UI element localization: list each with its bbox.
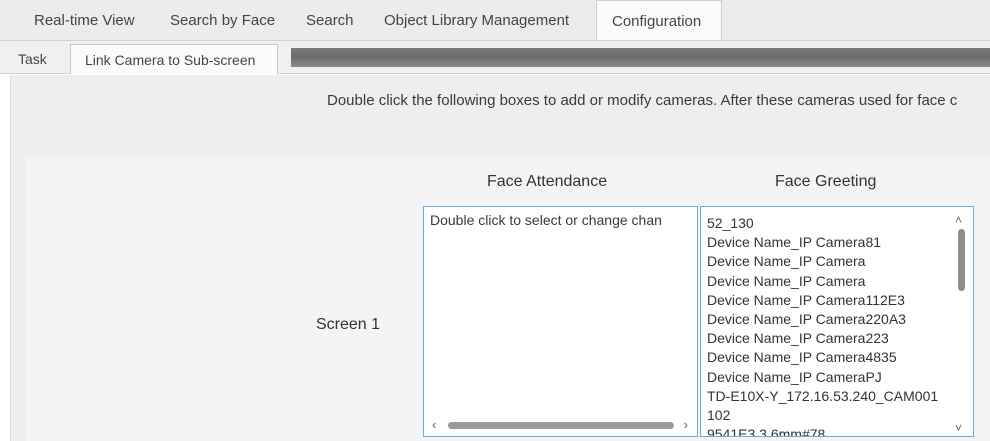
attendance-placeholder-text: Double click to select or change chan [430,212,662,228]
obscured-region [291,48,990,67]
camera-list-item[interactable]: Device Name_IP Camera112E3 [707,291,947,310]
main-tab-bar: Real-time View Search by Face Search Obj… [0,0,990,41]
scroll-up-icon[interactable]: ˄ [955,213,962,227]
tab-search-by-face[interactable]: Search by Face [170,0,275,40]
subtab-link-camera-to-sub-screen[interactable]: Link Camera to Sub-screen [70,44,278,74]
column-header-face-greeting: Face Greeting [775,173,877,190]
camera-list-item[interactable]: Device Name_IP Camera [707,272,947,291]
camera-list-item[interactable]: Device Name_IP Camera81 [707,233,947,252]
camera-list-item[interactable]: Device Name_IP Camera [707,252,947,271]
tab-real-time-view[interactable]: Real-time View [34,0,135,40]
greeting-camera-list: 52_130 Device Name_IP Camera81 Device Name… [707,214,947,436]
camera-list-item[interactable]: Device Name_IP Camera220A3 [707,310,947,329]
camera-list-item[interactable]: Device Name_IP CameraPJ [707,368,947,387]
camera-list-item[interactable]: 102 [707,406,947,425]
face-attendance-camera-box[interactable]: Double click to select or change chan ‹ … [423,206,698,437]
scroll-left-icon[interactable]: ‹ [432,417,436,433]
subtab-task[interactable]: Task [18,44,47,74]
instruction-text: Double click the following boxes to add … [327,92,958,109]
horizontal-scrollbar[interactable]: ‹ › [430,417,690,433]
column-header-face-attendance: Face Attendance [487,173,608,190]
tab-configuration[interactable]: Configuration [596,0,722,40]
camera-list-item[interactable]: 9541E3 3.6mm#78 [707,425,947,436]
tab-search[interactable]: Search [306,0,354,40]
camera-list-item[interactable]: Device Name_IP Camera4835 [707,348,947,367]
face-greeting-camera-box[interactable]: 52_130 Device Name_IP Camera81 Device Name… [700,206,974,437]
scroll-down-icon[interactable]: ˅ [955,421,962,435]
scrollbar-thumb[interactable] [958,229,965,291]
tab-object-library-management[interactable]: Object Library Management [384,0,569,40]
scroll-right-icon[interactable]: › [684,417,688,433]
vertical-scrollbar[interactable]: ˄ ˅ [953,213,969,435]
row-label-screen-1: Screen 1 [316,316,381,333]
camera-list-item[interactable]: Device Name_IP Camera223 [707,329,947,348]
scrollbar-thumb[interactable] [448,422,674,429]
camera-list-item[interactable]: 52_130 [707,214,947,233]
camera-list-item[interactable]: TD-E10X-Y_172.16.53.240_CAM001 [707,387,947,406]
